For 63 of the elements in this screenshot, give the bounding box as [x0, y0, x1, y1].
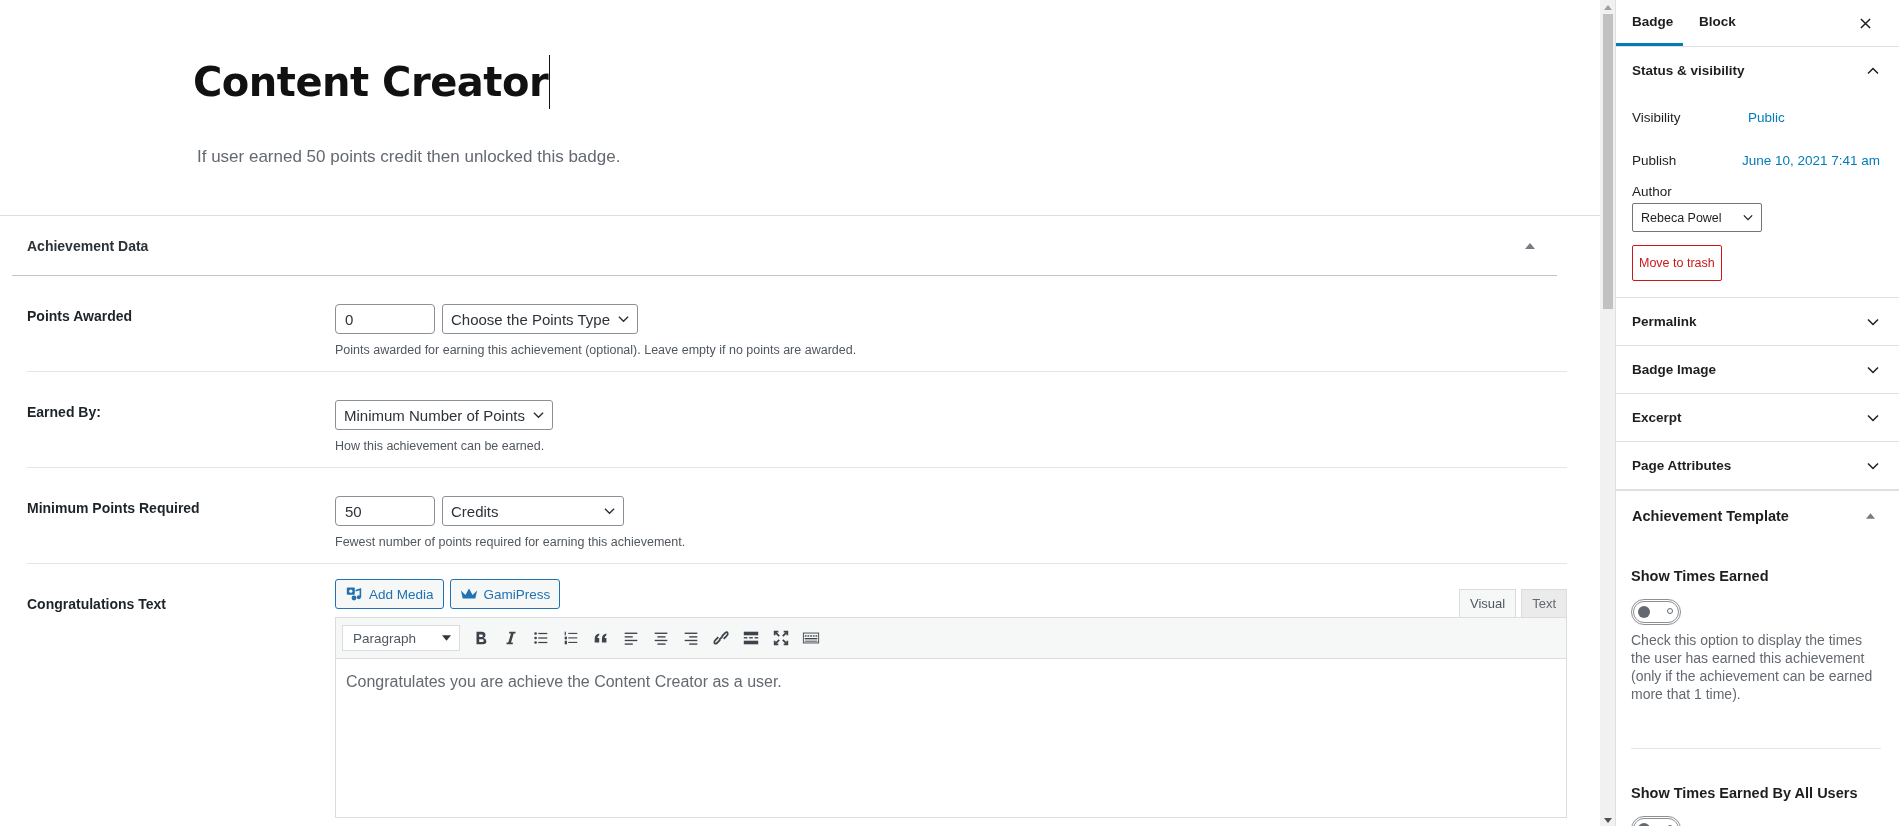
scrollbar[interactable]: [1600, 0, 1615, 826]
chevron-down-icon: [604, 507, 615, 515]
panel-title[interactable]: Excerpt: [1632, 410, 1682, 425]
media-icon: [345, 586, 363, 602]
text-cursor: [549, 55, 551, 109]
option-description: Check this option to display the times the user has earned this achievement (only if the achievement can be earned more that 1 time).: [1631, 631, 1874, 703]
format-select[interactable]: Paragraph: [342, 625, 460, 651]
chevron-down-icon: [532, 411, 544, 419]
select-dropdown[interactable]: Minimum Number of Points: [335, 400, 553, 430]
media-button[interactable]: Add Media: [335, 579, 444, 609]
editor-tab[interactable]: Visual: [1458, 589, 1517, 617]
collapse-triangle-icon[interactable]: [1525, 242, 1535, 249]
author-select[interactable]: Rebeca Powel: [1632, 203, 1762, 232]
field-label: Congratulations Text: [27, 595, 167, 614]
chevron-icon[interactable]: [1867, 317, 1879, 326]
select-dropdown[interactable]: Choose the Points Type: [442, 304, 638, 334]
chevron-icon[interactable]: [1867, 413, 1879, 422]
chevron-down-icon: [618, 315, 629, 323]
bullet-list-icon[interactable]: [532, 629, 550, 647]
toolbar-toggle-icon[interactable]: [802, 629, 820, 647]
setting-link[interactable]: Public: [1748, 110, 1785, 125]
panel-title[interactable]: Badge Image: [1632, 362, 1717, 377]
chevron-down-icon: [1743, 214, 1753, 221]
move-to-trash-button[interactable]: Move to trash: [1632, 245, 1722, 281]
field-label: Minimum Points Required: [27, 499, 201, 518]
dropdown-triangle-icon: [442, 635, 451, 641]
chevron-icon[interactable]: [1867, 66, 1879, 75]
author-label: Author: [1632, 184, 1673, 199]
fullscreen-icon[interactable]: [772, 629, 790, 647]
chevron-icon[interactable]: [1867, 365, 1879, 374]
number-input[interactable]: 50: [335, 496, 435, 526]
option-title: Show Times Earned: [1631, 568, 1770, 584]
field-description: Points awarded for earning this achievement (optional). Leave empty if no points are awarded.: [335, 343, 858, 357]
select-dropdown[interactable]: Credits: [442, 496, 624, 526]
numbered-list-icon[interactable]: [562, 629, 580, 647]
collapse-triangle-icon[interactable]: [1866, 512, 1875, 519]
editor-tab[interactable]: Text: [1521, 589, 1567, 617]
field-label: Earned By:: [27, 403, 102, 422]
panel-title[interactable]: Page Attributes: [1632, 458, 1732, 473]
metabox-title: Achievement Data: [27, 237, 149, 254]
scrollbar-thumb[interactable]: [1602, 14, 1613, 309]
post-title[interactable]: Content Creator: [193, 59, 549, 105]
scroll-down-icon[interactable]: [1603, 818, 1612, 823]
read-more-icon[interactable]: [742, 629, 760, 647]
post-excerpt: If user earned 50 points credit then unlocked this badge.: [197, 147, 622, 167]
chevron-icon[interactable]: [1867, 461, 1879, 470]
field-description: Fewest number of points required for earning this achievement.: [335, 535, 687, 549]
field-label: Points Awarded: [27, 307, 134, 326]
number-input[interactable]: 0: [335, 304, 435, 334]
close-icon[interactable]: [1860, 17, 1871, 29]
panel-title[interactable]: Permalink: [1632, 314, 1697, 329]
editor-content[interactable]: Congratulates you are achieve the Content Creator as a user.: [336, 659, 1566, 817]
field-description: How this achievement can be earned.: [335, 439, 546, 453]
setting-label: Visibility: [1632, 110, 1682, 125]
link-icon[interactable]: [712, 629, 730, 647]
panel-title[interactable]: Status & visibility: [1632, 63, 1745, 78]
media-button[interactable]: GamiPress: [449, 579, 561, 609]
setting-link[interactable]: June 10, 2021 7:41 am: [1742, 153, 1881, 168]
sidebar-tab[interactable]: Badge: [1616, 0, 1683, 46]
sidebar-tab[interactable]: Block: [1683, 0, 1752, 46]
crown-icon: [459, 586, 478, 602]
option-title: Show Times Earned By All Users: [1631, 785, 1859, 801]
panel-title[interactable]: Achievement Template: [1632, 507, 1789, 524]
